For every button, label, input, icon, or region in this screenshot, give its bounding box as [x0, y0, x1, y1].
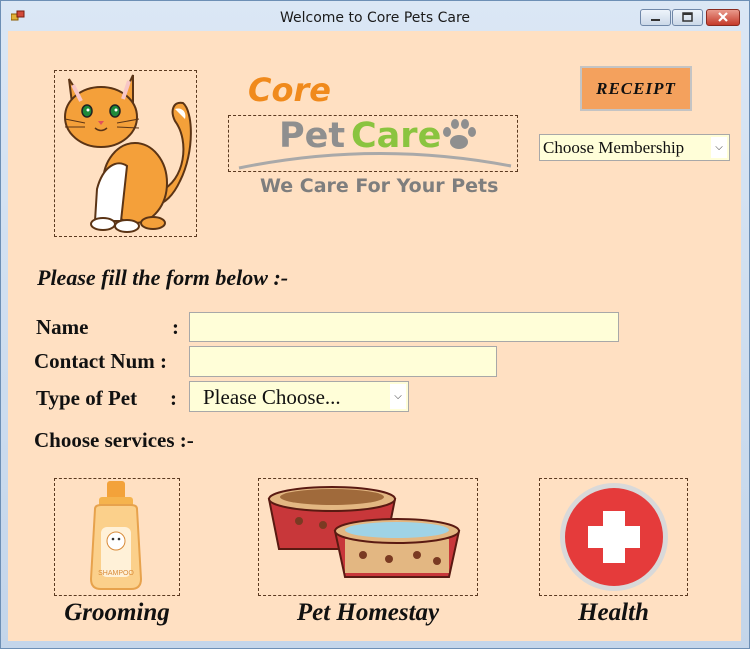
- grooming-label: Grooming: [64, 599, 170, 626]
- form-client-area: Core Pet Care We Care For Your Pets RECE…: [8, 31, 741, 641]
- cat-illustration-icon: [64, 74, 192, 233]
- form-heading: Please fill the form below :-: [37, 265, 289, 290]
- homestay-picture[interactable]: [258, 478, 478, 596]
- close-icon: [718, 12, 728, 22]
- grooming-picture[interactable]: SHAMPOO: [54, 478, 180, 596]
- homestay-label: Pet Homestay: [296, 599, 440, 626]
- health-label: Health: [578, 599, 649, 626]
- health-picture[interactable]: [539, 478, 688, 596]
- close-button[interactable]: [706, 9, 740, 26]
- contact-input[interactable]: [189, 346, 497, 377]
- app-window: Welcome to Core Pets Care Core Pet Care …: [0, 0, 750, 649]
- medical-cross-icon: [560, 483, 668, 591]
- pet-type-dropdown[interactable]: Please Choose... ⌵: [189, 381, 409, 412]
- window-title: Welcome to Core Pets Care: [279, 10, 471, 26]
- membership-dropdown[interactable]: Choose Membership ⌵: [539, 134, 730, 161]
- pet-type-selected: Please Choose...: [203, 385, 341, 409]
- services-heading: Choose services :-: [34, 428, 194, 452]
- minimize-icon: [651, 19, 660, 21]
- shampoo-bottle-icon: SHAMPOO: [89, 481, 143, 590]
- maximize-icon: [682, 12, 693, 22]
- name-label: Name: [36, 315, 89, 339]
- chevron-down-icon[interactable]: ⌵: [711, 137, 727, 158]
- receipt-button[interactable]: RECEIPT: [580, 66, 692, 111]
- title-bar[interactable]: Welcome to Core Pets Care: [1, 1, 749, 31]
- pet-type-label: Type of Pet: [36, 386, 138, 410]
- pet-type-colon: :: [170, 386, 177, 410]
- pet-bowls-icon: [267, 486, 461, 578]
- logo-swoosh-icon: [238, 151, 512, 170]
- cat-picture: [54, 70, 197, 237]
- shampoo-bottle-text: SHAMPOO: [98, 570, 134, 577]
- minimize-button[interactable]: [640, 9, 671, 26]
- logo-tagline: We Care For Your Pets: [260, 175, 499, 197]
- membership-selected: Choose Membership: [543, 138, 685, 157]
- receipt-button-label: RECEIPT: [596, 78, 676, 98]
- logo-core-text: Core: [248, 71, 331, 109]
- name-colon: :: [172, 315, 179, 339]
- name-input[interactable]: [189, 312, 619, 342]
- chevron-down-icon[interactable]: ⌵: [390, 384, 406, 409]
- contact-label: Contact Num :: [34, 349, 167, 373]
- logo-frame: Pet Care: [228, 115, 518, 172]
- maximize-button[interactable]: [672, 9, 703, 26]
